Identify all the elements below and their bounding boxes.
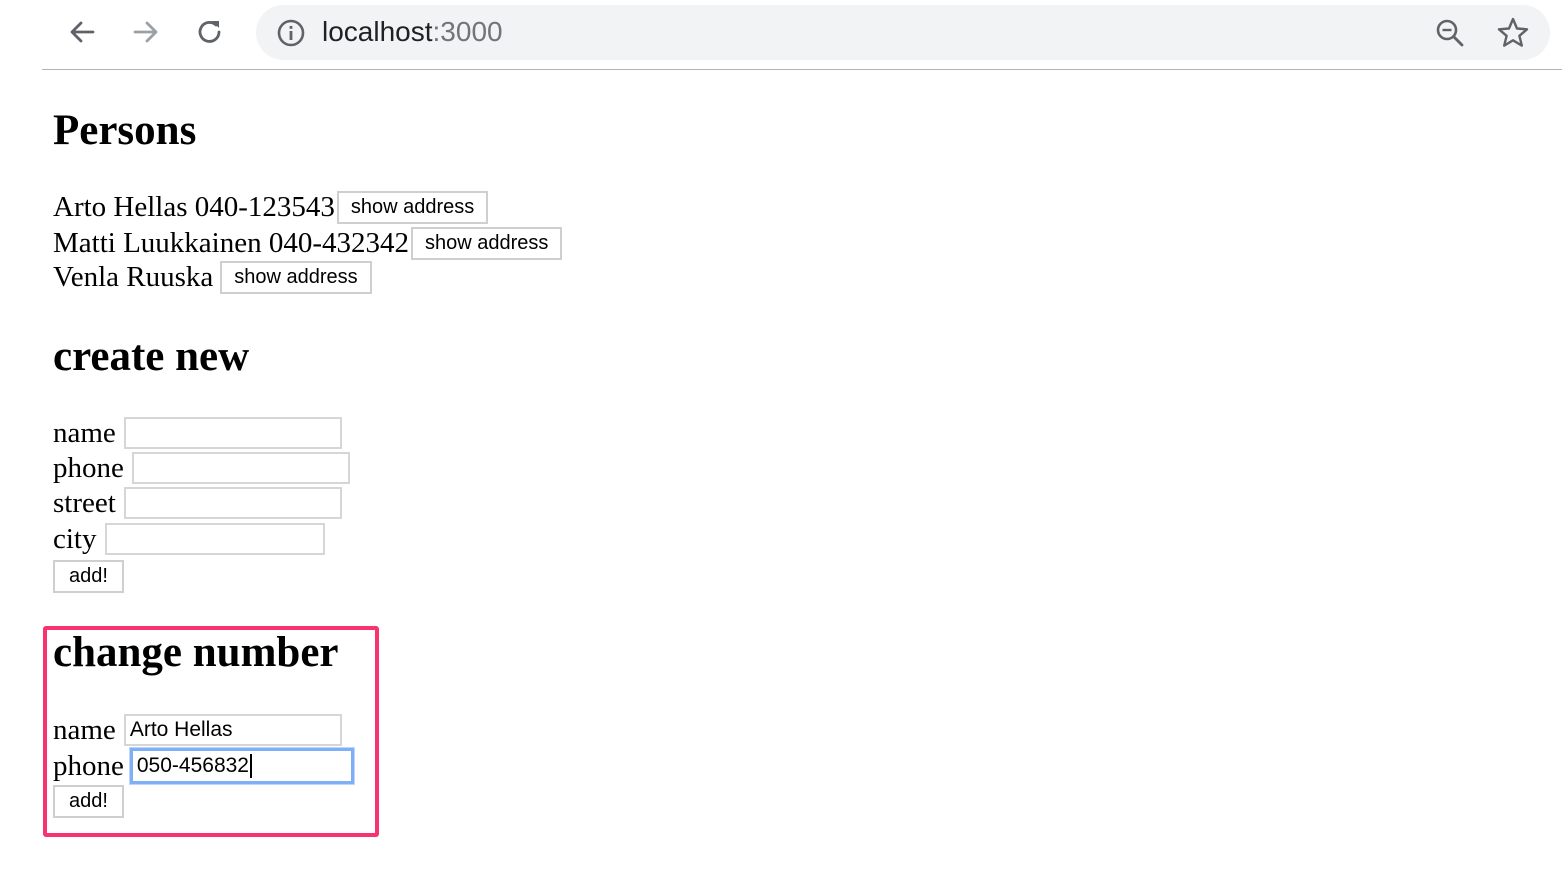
info-icon[interactable] (276, 18, 306, 48)
create-phone-row: phone (53, 451, 350, 485)
create-street-input[interactable] (123, 487, 342, 519)
url-text[interactable]: localhost:3000 (322, 15, 503, 49)
browser-toolbar: localhost:3000 (0, 0, 1562, 70)
create-street-row: street (53, 486, 342, 520)
text-cursor (249, 754, 252, 779)
create-city-input[interactable] (104, 523, 325, 555)
create-city-row: city (53, 522, 325, 556)
create-phone-input[interactable] (131, 452, 350, 484)
person-row: Venla Ruuska show address (53, 260, 372, 294)
phone-label: phone (53, 750, 124, 782)
change-phone-value: 050-456832 (136, 754, 249, 777)
create-add-button[interactable]: add! (53, 560, 124, 593)
back-button[interactable] (64, 14, 100, 50)
change-submit-row: add! (53, 785, 124, 818)
person-text: Matti Luukkainen 040-432342 (53, 227, 410, 259)
url-port: :3000 (432, 16, 503, 47)
page-content: Persons Arto Hellas 040-123543 show addr… (0, 70, 1562, 890)
bookmark-star-icon[interactable] (1496, 16, 1530, 50)
person-text: Arto Hellas 040-123543 (53, 191, 335, 223)
back-arrow-icon (70, 21, 95, 43)
create-submit-row: add! (53, 560, 124, 593)
change-phone-input[interactable]: 050-456832 (129, 748, 354, 784)
change-number-heading: change number (53, 629, 339, 676)
person-row: Matti Luukkainen 040-432342 show address (53, 226, 563, 260)
change-name-row: name Arto Hellas (53, 713, 342, 747)
show-address-button[interactable]: show address (220, 260, 372, 294)
forward-button[interactable] (128, 14, 164, 50)
zoom-out-icon[interactable] (1434, 17, 1466, 49)
name-label: name (53, 714, 116, 746)
address-bar[interactable]: localhost:3000 (256, 5, 1550, 60)
show-address-button[interactable]: show address (411, 226, 563, 260)
name-label: name (53, 417, 116, 449)
reload-button[interactable] (192, 14, 228, 50)
change-phone-row: phone 050-456832 (53, 748, 354, 784)
persons-heading: Persons (53, 107, 197, 154)
create-name-input[interactable] (123, 417, 342, 449)
city-label: city (53, 523, 97, 555)
street-label: street (53, 487, 116, 519)
person-text: Venla Ruuska (53, 261, 214, 293)
url-host: localhost (322, 16, 433, 47)
create-name-row: name (53, 416, 342, 450)
create-new-heading: create new (53, 333, 250, 380)
change-name-input[interactable]: Arto Hellas (123, 714, 342, 746)
reload-icon (198, 21, 221, 43)
phone-label: phone (53, 452, 124, 484)
person-row: Arto Hellas 040-123543 show address (53, 190, 489, 224)
forward-arrow-icon (133, 21, 158, 43)
change-add-button[interactable]: add! (53, 785, 124, 818)
show-address-button[interactable]: show address (336, 190, 489, 224)
